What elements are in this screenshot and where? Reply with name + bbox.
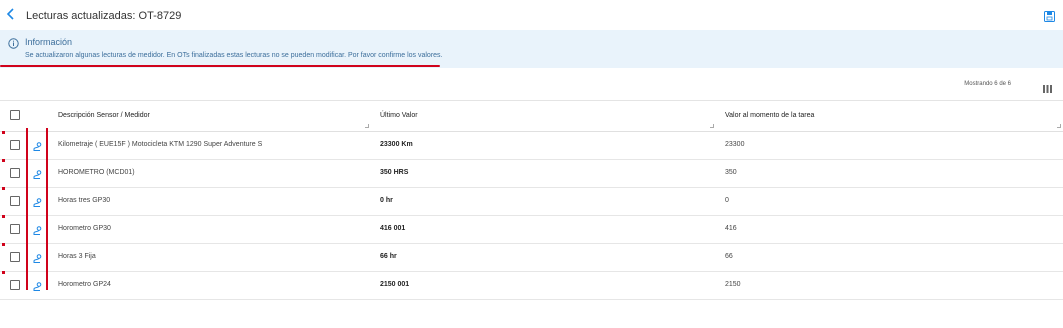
sensor-route-icon[interactable] bbox=[32, 223, 42, 235]
row-description: Horometro GP24 bbox=[58, 281, 111, 288]
annotation-marker bbox=[2, 131, 5, 134]
table-row[interactable]: Horas tres GP30 0 hr 0 bbox=[0, 187, 1063, 216]
column-header-description: Descripción Sensor / Medidor bbox=[58, 112, 150, 119]
column-header-task-value: Valor al momento de la tarea bbox=[725, 112, 815, 119]
annotation-marker bbox=[2, 187, 5, 190]
row-task-value: 0 bbox=[725, 197, 729, 204]
column-resize-handle[interactable] bbox=[1057, 124, 1061, 128]
sensor-route-icon[interactable] bbox=[32, 279, 42, 291]
row-description: Horas 3 Fija bbox=[58, 253, 96, 260]
sensor-route-icon[interactable] bbox=[32, 167, 42, 179]
annotation-marker bbox=[2, 243, 5, 246]
sensor-route-icon[interactable] bbox=[32, 251, 42, 263]
row-task-value: 350 bbox=[725, 169, 737, 176]
row-checkbox[interactable] bbox=[10, 196, 20, 206]
table-header: Descripción Sensor / Medidor Último Valo… bbox=[0, 100, 1063, 132]
chevron-left-icon[interactable] bbox=[6, 8, 18, 22]
table-row[interactable]: HOROMETRO (MCD01) 350 HRS 350 bbox=[0, 159, 1063, 188]
row-last-value: 0 hr bbox=[380, 197, 393, 204]
row-description: Horas tres GP30 bbox=[58, 197, 111, 204]
annotation-marker bbox=[2, 271, 5, 274]
select-all-checkbox[interactable] bbox=[10, 110, 20, 120]
row-description: Horometro GP30 bbox=[58, 225, 111, 232]
sensor-route-icon[interactable] bbox=[32, 195, 42, 207]
readings-table: Descripción Sensor / Medidor Último Valo… bbox=[0, 100, 1063, 300]
row-description: HOROMETRO (MCD01) bbox=[58, 169, 135, 176]
record-count: Mostrando 6 de 6 bbox=[964, 81, 1011, 87]
row-last-value: 23300 Km bbox=[380, 141, 413, 148]
row-checkbox[interactable] bbox=[10, 140, 20, 150]
column-header-last-value: Último Valor bbox=[380, 112, 418, 119]
annotation-vertical-line bbox=[46, 128, 48, 290]
row-task-value: 66 bbox=[725, 253, 733, 260]
save-icon[interactable] bbox=[1044, 9, 1055, 22]
page-header: Lecturas actualizadas: OT-8729 bbox=[0, 0, 1063, 30]
table-row[interactable]: Horometro GP24 2150 001 2150 bbox=[0, 271, 1063, 300]
row-last-value: 416 001 bbox=[380, 225, 406, 232]
table-row[interactable]: Kilometraje ( EUE15F ) Motocicleta KTM 1… bbox=[0, 131, 1063, 160]
row-last-value: 66 hr bbox=[380, 253, 397, 260]
info-banner bbox=[0, 30, 1063, 68]
annotation-marker bbox=[2, 215, 5, 218]
info-message: Se actualizaron algunas lecturas de medi… bbox=[25, 52, 443, 59]
column-resize-handle[interactable] bbox=[710, 124, 714, 128]
annotation-marker bbox=[2, 159, 5, 162]
page-title: Lecturas actualizadas: OT-8729 bbox=[26, 10, 182, 22]
row-last-value: 2150 001 bbox=[380, 281, 410, 288]
info-icon bbox=[8, 36, 19, 49]
row-task-value: 23300 bbox=[725, 141, 745, 148]
table-row[interactable]: Horas 3 Fija 66 hr 66 bbox=[0, 243, 1063, 272]
row-checkbox[interactable] bbox=[10, 168, 20, 178]
column-resize-handle[interactable] bbox=[365, 124, 369, 128]
row-last-value: 350 HRS bbox=[380, 169, 409, 176]
annotation-underline bbox=[0, 65, 440, 67]
row-description: Kilometraje ( EUE15F ) Motocicleta KTM 1… bbox=[58, 141, 263, 148]
row-task-value: 2150 bbox=[725, 281, 741, 288]
row-checkbox[interactable] bbox=[10, 252, 20, 262]
columns-icon[interactable] bbox=[1043, 80, 1052, 93]
row-checkbox[interactable] bbox=[10, 224, 20, 234]
sensor-route-icon[interactable] bbox=[32, 139, 42, 151]
annotation-vertical-line bbox=[26, 128, 28, 290]
row-task-value: 416 bbox=[725, 225, 737, 232]
row-checkbox[interactable] bbox=[10, 280, 20, 290]
table-row[interactable]: Horometro GP30 416 001 416 bbox=[0, 215, 1063, 244]
info-title: Información bbox=[25, 37, 73, 47]
